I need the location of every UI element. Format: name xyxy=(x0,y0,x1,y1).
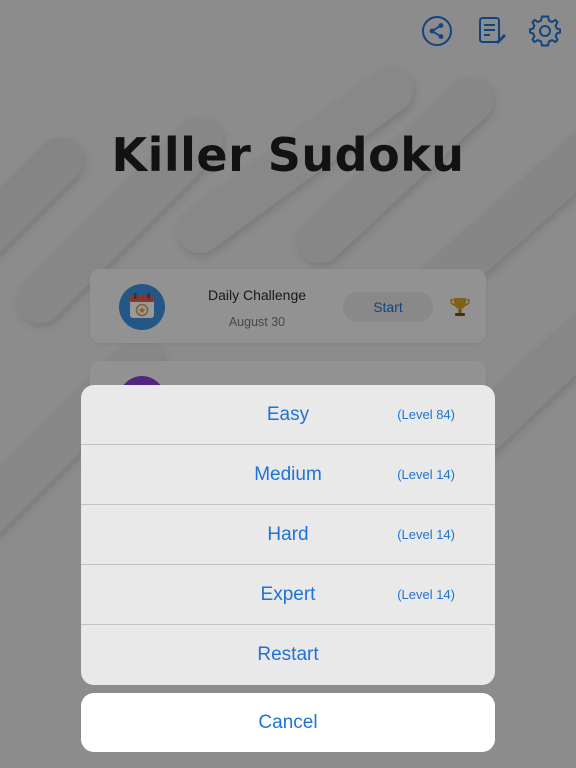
cancel-button[interactable]: Cancel xyxy=(81,693,495,752)
option-label: Expert xyxy=(260,583,316,605)
difficulty-option-expert[interactable]: Expert (Level 14) xyxy=(81,565,495,625)
option-label: Hard xyxy=(267,523,309,545)
option-level: (Level 14) xyxy=(397,587,455,602)
difficulty-option-hard[interactable]: Hard (Level 14) xyxy=(81,505,495,565)
option-label: Medium xyxy=(254,463,322,485)
option-level: (Level 14) xyxy=(397,527,455,542)
option-level: (Level 14) xyxy=(397,467,455,482)
difficulty-option-medium[interactable]: Medium (Level 14) xyxy=(81,445,495,505)
option-label: Restart xyxy=(257,644,319,665)
difficulty-option-easy[interactable]: Easy (Level 84) xyxy=(81,385,495,445)
option-label: Easy xyxy=(266,403,310,425)
restart-option[interactable]: Restart xyxy=(81,625,495,685)
option-level: (Level 84) xyxy=(397,407,455,422)
difficulty-action-sheet: Easy (Level 84) Medium (Level 14) Hard (… xyxy=(81,385,495,685)
